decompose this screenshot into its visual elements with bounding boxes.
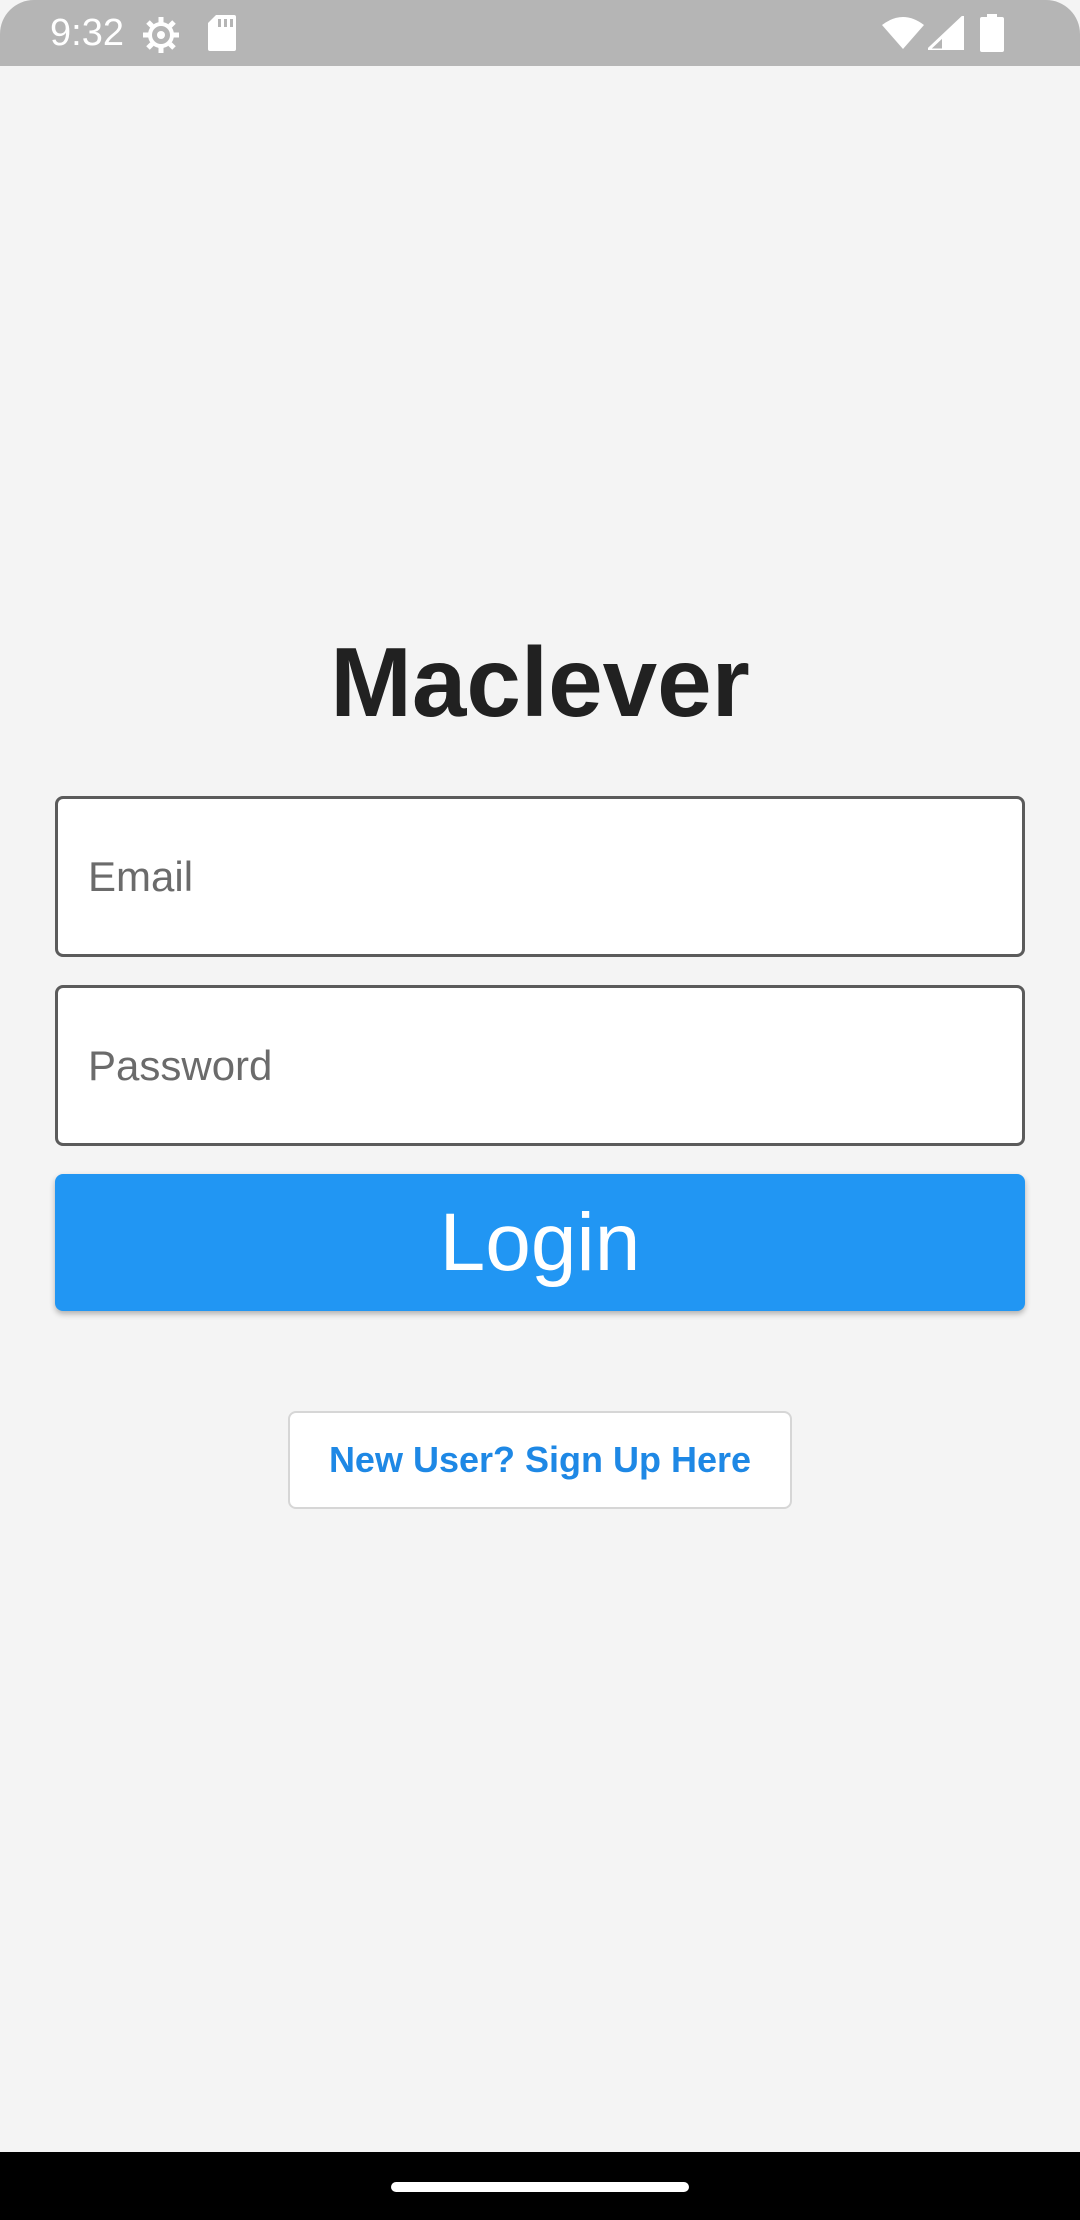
status-bar: 9:32: [0, 0, 1080, 66]
signal-icon: [928, 16, 964, 50]
signup-button[interactable]: New User? Sign Up Here: [288, 1411, 792, 1509]
app-title: Maclever: [330, 627, 750, 737]
navigation-bar: [0, 2152, 1080, 2220]
home-indicator[interactable]: [391, 2182, 689, 2192]
email-field[interactable]: [55, 796, 1025, 957]
password-field[interactable]: [55, 985, 1025, 1146]
wifi-icon: [882, 17, 924, 49]
status-time: 9:32: [50, 12, 124, 54]
gear-icon: [143, 17, 179, 53]
battery-icon: [980, 14, 1004, 52]
login-button[interactable]: Login: [55, 1174, 1025, 1311]
login-screen: 9:32 Maclever Email Login New User? Sign…: [0, 0, 1080, 2220]
sd-card-icon: [208, 15, 236, 51]
